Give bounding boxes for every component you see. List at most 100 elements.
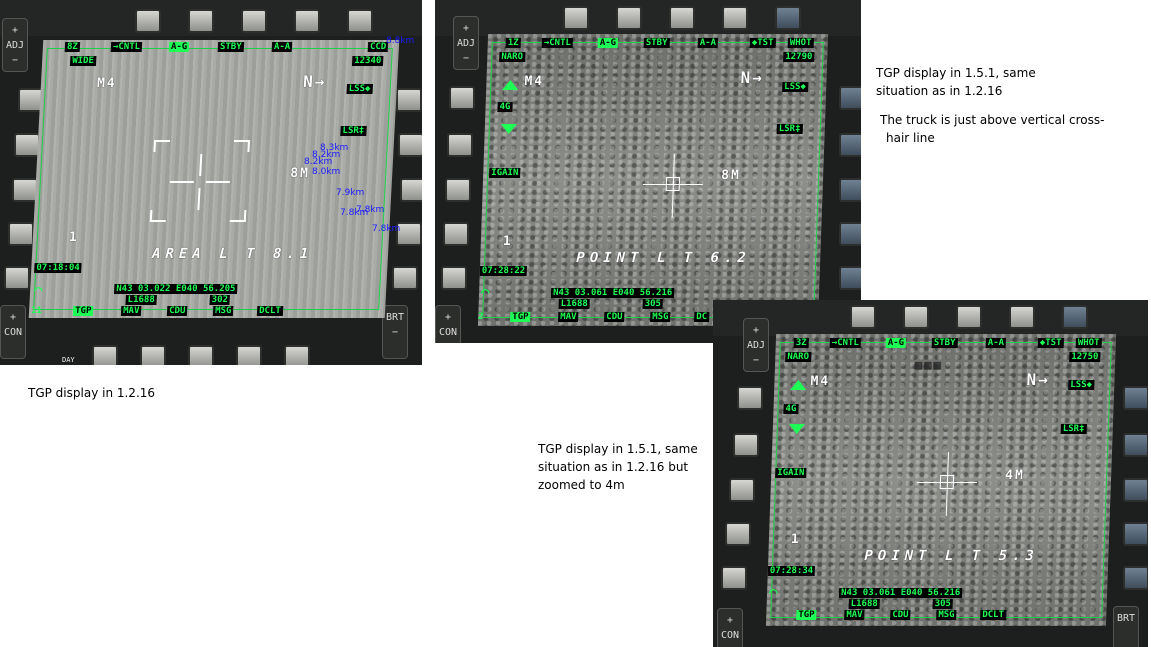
osb-label-whot: WHOT (787, 38, 814, 48)
osb-label-mav: MAV (844, 610, 865, 620)
osb-right-4[interactable] (1123, 522, 1148, 546)
osb-bottom-4[interactable] (236, 345, 262, 365)
con-rocker[interactable]: + CON (435, 305, 461, 343)
time-readout: 07:18:04 (34, 263, 82, 273)
osb-top-1[interactable] (563, 6, 589, 30)
osb-label-stby: STBY (217, 42, 244, 52)
osb-label-3z: 3Z (793, 338, 809, 348)
osb-top-2[interactable] (616, 6, 642, 30)
osb-right-2[interactable] (839, 133, 861, 157)
igain-label: IGAIN (489, 168, 521, 178)
mfcd-panel-1-2-16: + ADJ − + CON BRT − DAY 8Z →CNTL A-G STBY A-… (0, 0, 422, 365)
osb-top-2[interactable] (188, 9, 214, 33)
osb-right-4[interactable] (839, 222, 861, 246)
osb-top-4[interactable] (1009, 305, 1035, 329)
altitude-readout: 12750 (1069, 352, 1101, 362)
con-rocker[interactable]: + CON (717, 608, 743, 647)
track-number: 1 (502, 234, 513, 249)
osb-label-1z: 1Z (505, 38, 521, 48)
osb-left-1[interactable] (737, 386, 763, 410)
osb-top-3[interactable] (956, 305, 982, 329)
track-gate (149, 140, 251, 222)
osb-left-3[interactable] (445, 178, 471, 202)
adj-rocker[interactable]: + ADJ − (453, 16, 479, 70)
osb-bottom-3[interactable] (188, 345, 214, 365)
osb-left-3[interactable] (729, 478, 755, 502)
north-arrow-icon: N→ (302, 72, 327, 91)
brt-rocker[interactable]: BRT − (382, 305, 408, 359)
osb-right-1[interactable] (1123, 386, 1148, 410)
fov-naro-label: NARO (499, 52, 526, 62)
osb-label-cntl: →CNTL (110, 42, 143, 52)
fov-wide-label: WIDE (69, 56, 97, 66)
range-label: 7.8km (372, 224, 401, 234)
osb-left-5[interactable] (441, 266, 467, 290)
osb-right-1[interactable] (839, 86, 861, 110)
osb-left-1[interactable] (449, 86, 475, 110)
brt-rocker[interactable]: BRT (1113, 606, 1139, 647)
osb-top-4[interactable] (722, 6, 748, 30)
ownship-icon: ◠ (768, 585, 778, 601)
osb-right-1[interactable] (396, 88, 422, 112)
time-readout: 07:28:34 (767, 566, 816, 576)
fov-8m: 8M (720, 168, 742, 183)
osb-label-tst: ◆TST (1037, 338, 1064, 348)
osb-label-tgp: TGP (72, 306, 94, 316)
osb-left-2[interactable] (733, 433, 759, 457)
osb-left-5[interactable] (4, 266, 30, 290)
osb-left-4[interactable] (725, 522, 751, 546)
osb-top-1[interactable] (135, 9, 161, 33)
mode-m4: M4 (810, 374, 831, 389)
osb-top-5[interactable] (1062, 305, 1088, 329)
osb-top-4[interactable] (294, 9, 320, 33)
track-mode-readout: POINT L T 5.3 (864, 548, 1040, 564)
osb-right-3[interactable] (1123, 478, 1148, 502)
laser-code: L1688 (125, 295, 158, 305)
laser-code: L1688 (558, 299, 590, 309)
mode-m4: M4 (524, 74, 545, 89)
osb-left-4[interactable] (8, 222, 34, 246)
adj-rocker[interactable]: + ADJ − (2, 18, 28, 72)
osb-top-2[interactable] (903, 305, 929, 329)
con-rocker[interactable]: + CON (0, 305, 26, 359)
osb-label-msg: MSG (212, 306, 234, 316)
north-arrow-icon: N→ (740, 68, 765, 87)
range-label: 8.8km (386, 36, 415, 46)
osb-label-msg: MSG (650, 312, 671, 322)
osb-top-5[interactable] (347, 9, 373, 33)
ownship-icon: ◠ (33, 283, 43, 299)
osb-right-3[interactable] (839, 178, 861, 202)
gain-up-icon (790, 380, 807, 390)
osb-label-aa: A-A (271, 42, 293, 52)
osb-right-5[interactable] (1123, 566, 1148, 590)
osb-bottom-5[interactable] (284, 345, 310, 365)
osb-left-2[interactable] (447, 133, 473, 157)
osb-label-dclt: DC (694, 312, 710, 322)
osb-top-1[interactable] (850, 305, 876, 329)
osb-top-3[interactable] (241, 9, 267, 33)
osb-left-4[interactable] (443, 222, 469, 246)
osb-right-3[interactable] (400, 178, 422, 202)
osb-right-5[interactable] (839, 266, 861, 290)
adj-rocker[interactable]: + ADJ − (743, 318, 769, 372)
osb-top-3[interactable] (669, 6, 695, 30)
osb-right-5[interactable] (392, 266, 418, 290)
osb-bottom-num: 12 (766, 610, 767, 620)
gain-down-icon (500, 124, 517, 134)
osb-label-cntl: →CNTL (541, 38, 574, 48)
osb-top-5[interactable] (775, 6, 801, 30)
mode-m4: M4 (96, 76, 118, 91)
gain-level: 4G (783, 404, 799, 414)
osb-right-2[interactable] (1123, 433, 1148, 457)
osb-bottom-2[interactable] (140, 345, 166, 365)
laser-code-2: 305 (642, 299, 664, 309)
range-label: 7.8km (356, 205, 385, 215)
osb-bottom-num: 11 (30, 306, 43, 316)
track-number: 1 (68, 230, 80, 245)
osb-left-5[interactable] (721, 566, 747, 590)
osb-left-2[interactable] (14, 133, 40, 157)
osb-right-2[interactable] (398, 133, 422, 157)
osb-bottom-1[interactable] (92, 345, 118, 365)
lss-label: LSS◆ (1068, 380, 1095, 390)
lsr-label: LSR‡ (776, 124, 803, 134)
